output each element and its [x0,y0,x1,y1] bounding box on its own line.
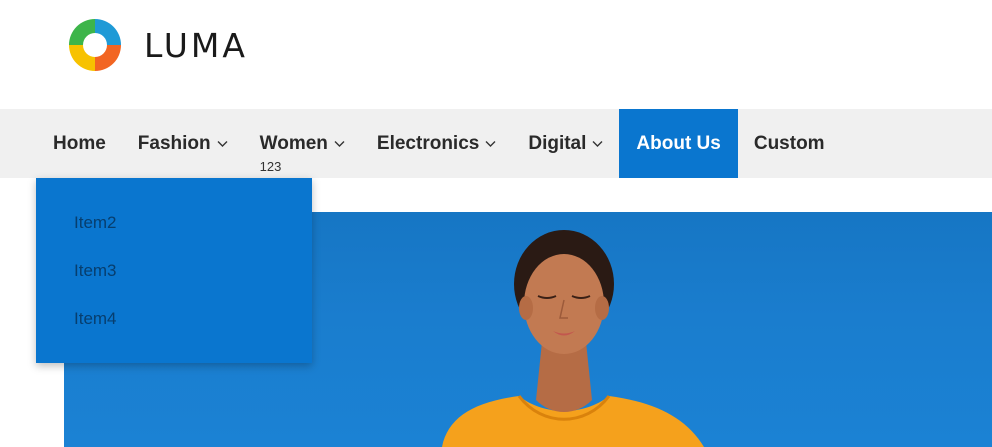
dropdown-item-item3[interactable]: Item3 [36,256,312,304]
nav-item-sublabel: 123 [259,159,282,174]
nav-item-about-us[interactable]: About Us [619,109,738,178]
nav-item-label: Women [259,132,328,154]
page: LUMA Home Fashion Women 123 Electronics … [0,0,992,447]
luma-logo-link[interactable]: LUMA [64,14,248,76]
dropdown-item-item2[interactable]: Item2 [36,208,312,256]
chevron-down-icon [334,140,345,147]
chevron-down-icon [592,140,603,147]
nav-item-fashion[interactable]: Fashion [122,109,244,178]
nav-item-custom[interactable]: Custom [738,109,841,178]
luma-logo-icon [69,19,121,71]
nav-item-label: About Us [636,132,721,154]
dropdown-item-item4[interactable]: Item4 [36,304,312,352]
nav-item-electronics[interactable]: Electronics [361,109,512,178]
nav-list: Home Fashion Women 123 Electronics Digit… [0,109,992,178]
nav-item-women[interactable]: Women 123 [244,109,361,178]
main-navigation: Home Fashion Women 123 Electronics Digit… [0,109,992,178]
chevron-down-icon [485,140,496,147]
chevron-down-icon [217,140,228,147]
nav-item-home[interactable]: Home [37,109,122,178]
nav-item-label: Home [53,132,106,154]
nav-item-label: Custom [753,132,825,154]
nav-dropdown-menu: Item2 Item3 Item4 [36,178,312,363]
brand-name: LUMA [144,25,248,65]
nav-item-label: Digital [528,132,587,154]
nav-item-digital[interactable]: Digital [512,109,619,178]
nav-item-label: Electronics [376,132,480,154]
nav-item-label: Fashion [137,132,211,154]
